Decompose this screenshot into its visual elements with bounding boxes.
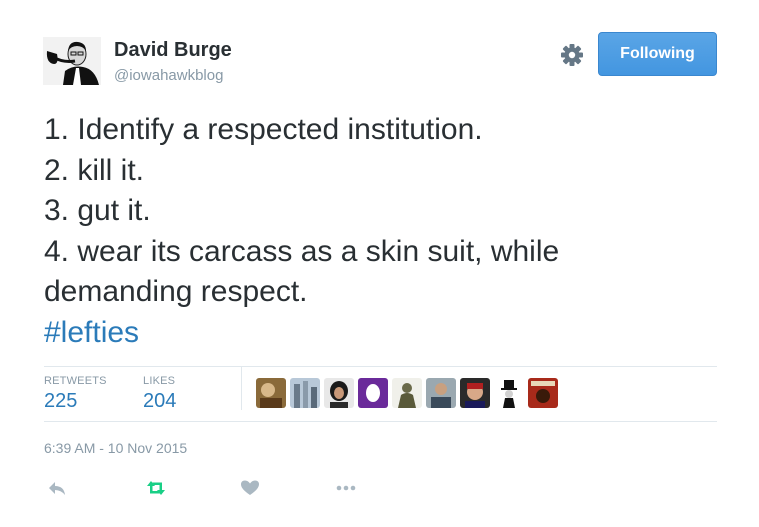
divider: [44, 366, 717, 367]
more-icon[interactable]: [334, 478, 356, 498]
avatar-image: [43, 37, 101, 85]
author-display-name[interactable]: David Burge: [114, 39, 232, 62]
stats-separator: [241, 367, 242, 410]
tweet-line: 3. gut it.: [44, 194, 151, 227]
hashtag-link[interactable]: #lefties: [44, 313, 724, 354]
tweet-line: 1. Identify a respected institution.: [44, 113, 483, 146]
liker-avatar[interactable]: [324, 378, 354, 408]
following-button[interactable]: Following: [598, 32, 717, 76]
retweets-label: RETWEETS: [44, 375, 107, 387]
tweet-text: 1. Identify a respected institution. 2. …: [44, 110, 724, 353]
liker-avatar[interactable]: [426, 378, 456, 408]
like-icon[interactable]: [239, 478, 261, 498]
tweet-line: 4. wear its carcass as a skin suit, whil…: [44, 234, 560, 268]
divider: [44, 421, 717, 422]
avatar[interactable]: [43, 37, 101, 85]
liker-avatar[interactable]: [392, 378, 422, 408]
liker-avatar[interactable]: [256, 378, 286, 408]
liker-avatar[interactable]: [358, 378, 388, 408]
retweet-icon[interactable]: [144, 478, 166, 498]
reply-icon[interactable]: [46, 478, 68, 498]
tweet-line: 2. kill it.: [44, 153, 145, 187]
tweet-timestamp[interactable]: 6:39 AM - 10 Nov 2015: [44, 440, 187, 456]
gear-icon[interactable]: [559, 42, 585, 68]
likes-label: LIKES: [143, 375, 176, 387]
retweets-count[interactable]: 225: [44, 390, 77, 413]
liker-avatar[interactable]: [494, 378, 524, 408]
likes-count[interactable]: 204: [143, 390, 176, 413]
liker-avatar[interactable]: [290, 378, 320, 408]
liker-avatar[interactable]: [460, 378, 490, 408]
liker-avatar[interactable]: [528, 378, 558, 408]
author-screen-name[interactable]: @iowahawkblog: [114, 67, 223, 84]
tweet-line: demanding respect.: [44, 275, 308, 308]
liker-avatars: [256, 378, 558, 408]
